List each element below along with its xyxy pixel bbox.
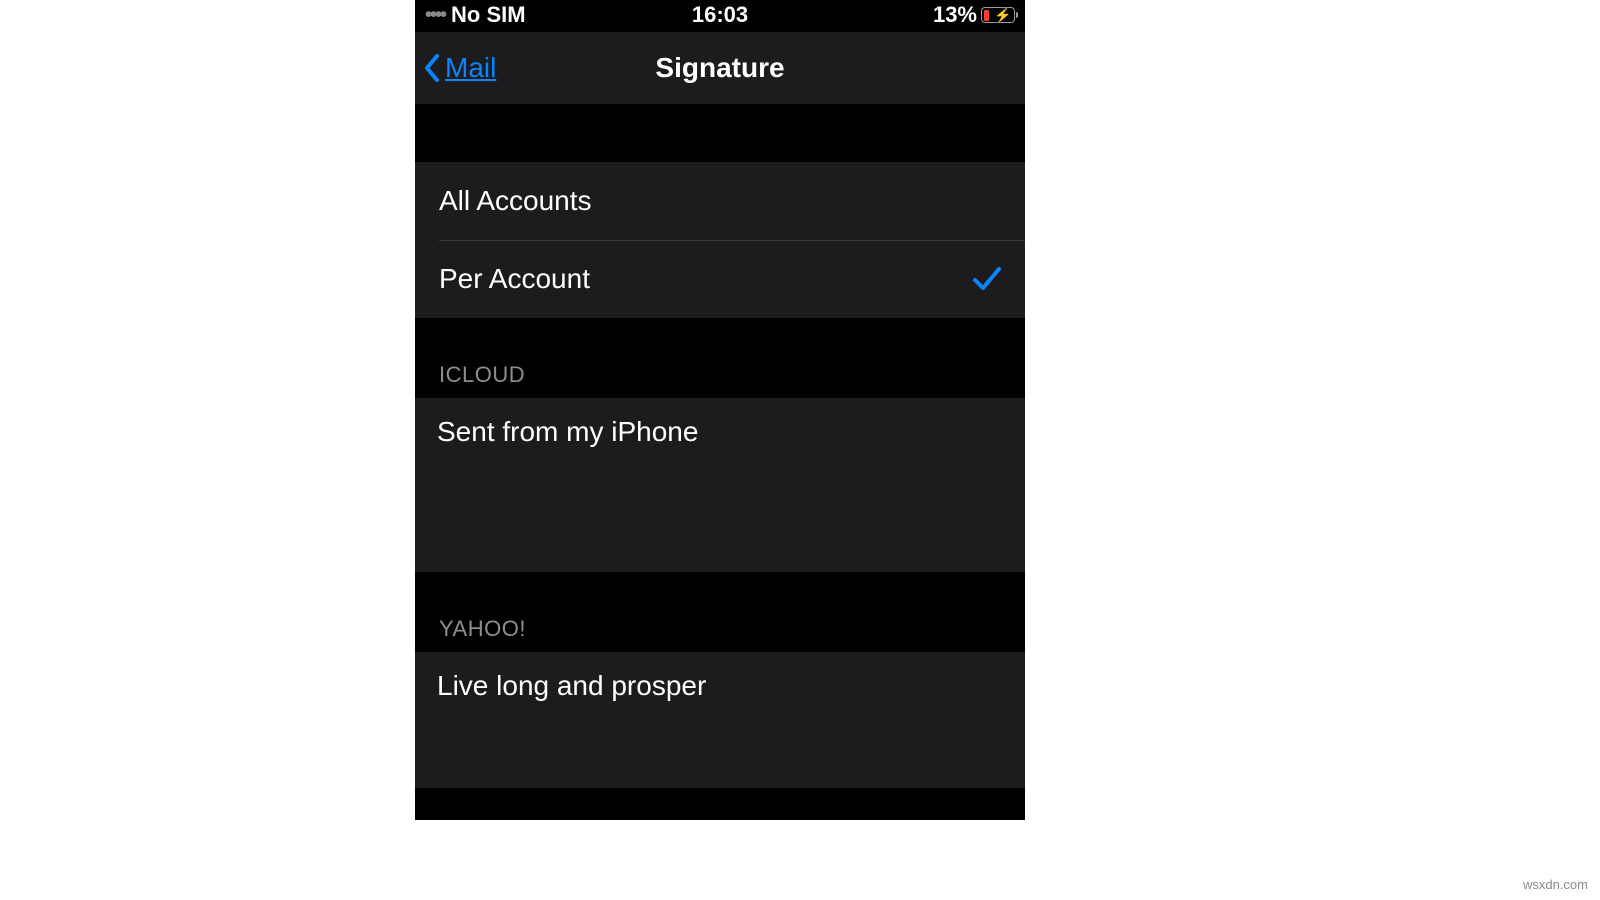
section-header-yahoo: YAHOO! bbox=[415, 572, 1025, 652]
navigation-bar: Mail Signature bbox=[415, 32, 1025, 105]
battery-percent-label: 13% bbox=[933, 2, 977, 28]
back-button[interactable]: Mail bbox=[423, 52, 496, 84]
signature-field-icloud[interactable]: Sent from my iPhone bbox=[415, 398, 1025, 572]
charging-bolt-icon: ⚡ bbox=[994, 7, 1011, 24]
signature-field-yahoo[interactable]: Live long and prosper bbox=[415, 652, 1025, 788]
checkmark-icon bbox=[971, 264, 1003, 294]
carrier-label: No SIM bbox=[451, 2, 526, 28]
spacer bbox=[415, 105, 1025, 162]
section-header-icloud: ICLOUD bbox=[415, 318, 1025, 398]
page-title: Signature bbox=[655, 52, 784, 84]
battery-icon: ⚡ bbox=[981, 7, 1015, 23]
phone-screen: •••• No SIM 16:03 13% ⚡ Mail bbox=[415, 0, 1025, 820]
status-bar: •••• No SIM 16:03 13% ⚡ bbox=[415, 0, 1025, 32]
back-label: Mail bbox=[445, 52, 496, 84]
clock-label: 16:03 bbox=[692, 2, 748, 28]
watermark-label: wsxdn.com bbox=[1523, 877, 1588, 892]
per-account-row[interactable]: Per Account bbox=[415, 240, 1025, 318]
all-accounts-row[interactable]: All Accounts bbox=[415, 162, 1025, 240]
signal-dots-icon: •••• bbox=[425, 4, 445, 26]
per-account-label: Per Account bbox=[439, 263, 590, 295]
all-accounts-label: All Accounts bbox=[439, 185, 592, 217]
chevron-left-icon bbox=[423, 53, 441, 83]
scope-group: All Accounts Per Account bbox=[415, 162, 1025, 318]
